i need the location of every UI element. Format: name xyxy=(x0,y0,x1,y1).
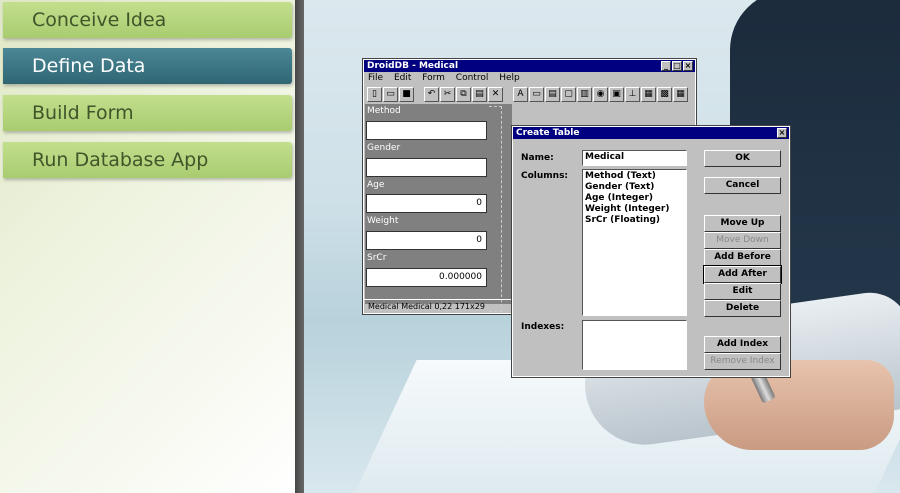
droiddb-title: DroidDB - Medical xyxy=(367,61,459,71)
align-tool-icon[interactable]: ⊥ xyxy=(625,86,640,102)
column-item[interactable]: Method (Text) xyxy=(585,171,684,182)
cut-icon[interactable]: ✂ xyxy=(440,86,455,102)
cancel-button[interactable]: Cancel xyxy=(704,177,781,194)
field-age[interactable]: 0 xyxy=(366,194,487,213)
edit-tool-icon[interactable]: ▤ xyxy=(545,86,560,102)
step-build-form[interactable]: Build Form xyxy=(3,95,292,131)
delete-icon[interactable]: ✕ xyxy=(488,86,503,102)
add-before-button[interactable]: Add Before xyxy=(704,249,781,266)
menu-edit[interactable]: Edit xyxy=(394,73,411,83)
columns-label: Columns: xyxy=(521,171,569,181)
droiddb-menubar: File Edit Form Control Help xyxy=(364,72,695,85)
menu-file[interactable]: File xyxy=(368,73,383,83)
field-srcr[interactable]: 0.000000 xyxy=(366,268,487,287)
radio-tool-icon[interactable]: ◉ xyxy=(593,86,608,102)
remove-index-button[interactable]: Remove Index xyxy=(704,353,781,370)
column-item[interactable]: Weight (Integer) xyxy=(585,204,684,215)
menu-control[interactable]: Control xyxy=(456,73,489,83)
indexes-list[interactable] xyxy=(582,320,687,370)
add-after-button[interactable]: Add After xyxy=(703,265,782,284)
menu-help[interactable]: Help xyxy=(499,73,520,83)
layout-tool-icon[interactable]: ▩ xyxy=(657,86,672,102)
add-index-button[interactable]: Add Index xyxy=(704,336,781,353)
step-conceive-idea[interactable]: Conceive Idea xyxy=(3,2,292,38)
field-label-srcr: SrCr xyxy=(367,253,387,263)
table-tool-icon[interactable]: ▦ xyxy=(673,86,688,102)
create-table-titlebar: Create Table × xyxy=(513,127,789,139)
close-icon[interactable]: × xyxy=(683,61,693,71)
steps-panel: Conceive Idea Define Data Build Form Run… xyxy=(0,0,295,493)
field-gender[interactable] xyxy=(366,158,487,177)
field-label-gender: Gender xyxy=(367,143,401,153)
text-tool-icon[interactable]: A xyxy=(513,86,528,102)
column-item[interactable]: Age (Integer) xyxy=(585,193,684,204)
field-weight[interactable]: 0 xyxy=(366,231,487,250)
table-name-input[interactable]: Medical xyxy=(582,150,687,166)
create-table-title: Create Table xyxy=(516,128,580,138)
field-method[interactable] xyxy=(366,121,487,140)
field-label-method: Method xyxy=(367,106,401,116)
indexes-label: Indexes: xyxy=(521,322,565,332)
column-item[interactable]: SrCr (Floating) xyxy=(585,215,684,226)
paste-icon[interactable]: ▤ xyxy=(472,86,487,102)
field-label-weight: Weight xyxy=(367,216,399,226)
form-design-area: Method Gender Age 0 Weight 0 SrCr 0.0000… xyxy=(365,104,512,312)
list-tool-icon[interactable]: ▥ xyxy=(577,86,592,102)
save-icon[interactable]: ■ xyxy=(399,86,414,102)
move-up-button[interactable]: Move Up xyxy=(704,215,781,232)
delete-button[interactable]: Delete xyxy=(704,300,781,317)
divider xyxy=(295,0,304,493)
create-table-dialog: Create Table × Name: Medical Columns: Me… xyxy=(511,125,791,378)
move-down-button[interactable]: Move Down xyxy=(704,232,781,249)
maximize-icon[interactable]: □ xyxy=(672,61,682,71)
menu-form[interactable]: Form xyxy=(422,73,445,83)
droiddb-toolbar: ▯ ▭ ■ ↶ ✂ ⧉ ▤ ✕ A ▭ ▤ ▢ ▥ ◉ ▣ ⊥ ▦ ▩ ▦ xyxy=(364,85,695,103)
undo-icon[interactable]: ↶ xyxy=(424,86,439,102)
step-run-database-app[interactable]: Run Database App xyxy=(3,142,292,178)
step-define-data[interactable]: Define Data xyxy=(3,48,292,84)
edit-button[interactable]: Edit xyxy=(704,283,781,300)
new-file-icon[interactable]: ▯ xyxy=(367,86,382,102)
selection-outline xyxy=(489,106,502,312)
button-tool-icon[interactable]: ▣ xyxy=(609,86,624,102)
grid-tool-icon[interactable]: ▦ xyxy=(641,86,656,102)
column-item[interactable]: Gender (Text) xyxy=(585,182,684,193)
minimize-icon[interactable]: _ xyxy=(661,61,671,71)
field-label-age: Age xyxy=(367,180,385,190)
droiddb-titlebar: DroidDB - Medical _ □ × xyxy=(364,60,695,72)
frame-tool-icon[interactable]: ▢ xyxy=(561,86,576,102)
open-folder-icon[interactable]: ▭ xyxy=(383,86,398,102)
columns-list[interactable]: Method (Text) Gender (Text) Age (Integer… xyxy=(582,169,687,316)
copy-icon[interactable]: ⧉ xyxy=(456,86,471,102)
name-label: Name: xyxy=(521,153,554,163)
dialog-close-icon[interactable]: × xyxy=(777,128,787,138)
label-tool-icon[interactable]: ▭ xyxy=(529,86,544,102)
ok-button[interactable]: OK xyxy=(704,150,781,167)
